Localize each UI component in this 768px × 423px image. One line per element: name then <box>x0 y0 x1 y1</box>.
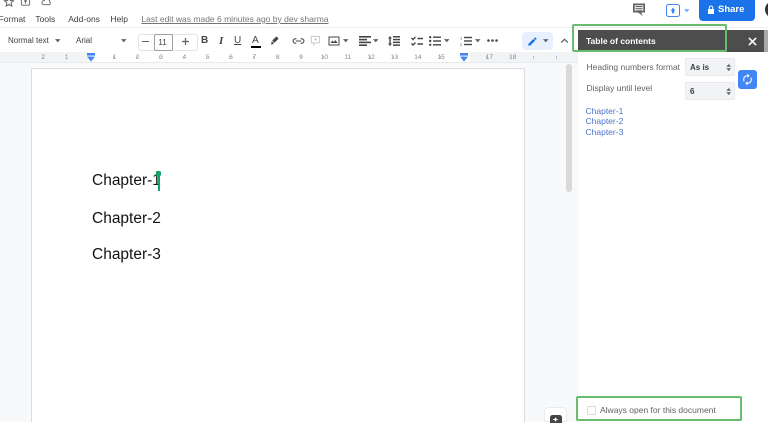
svg-text:1: 1 <box>460 36 463 40</box>
svg-text:2: 2 <box>460 42 463 46</box>
